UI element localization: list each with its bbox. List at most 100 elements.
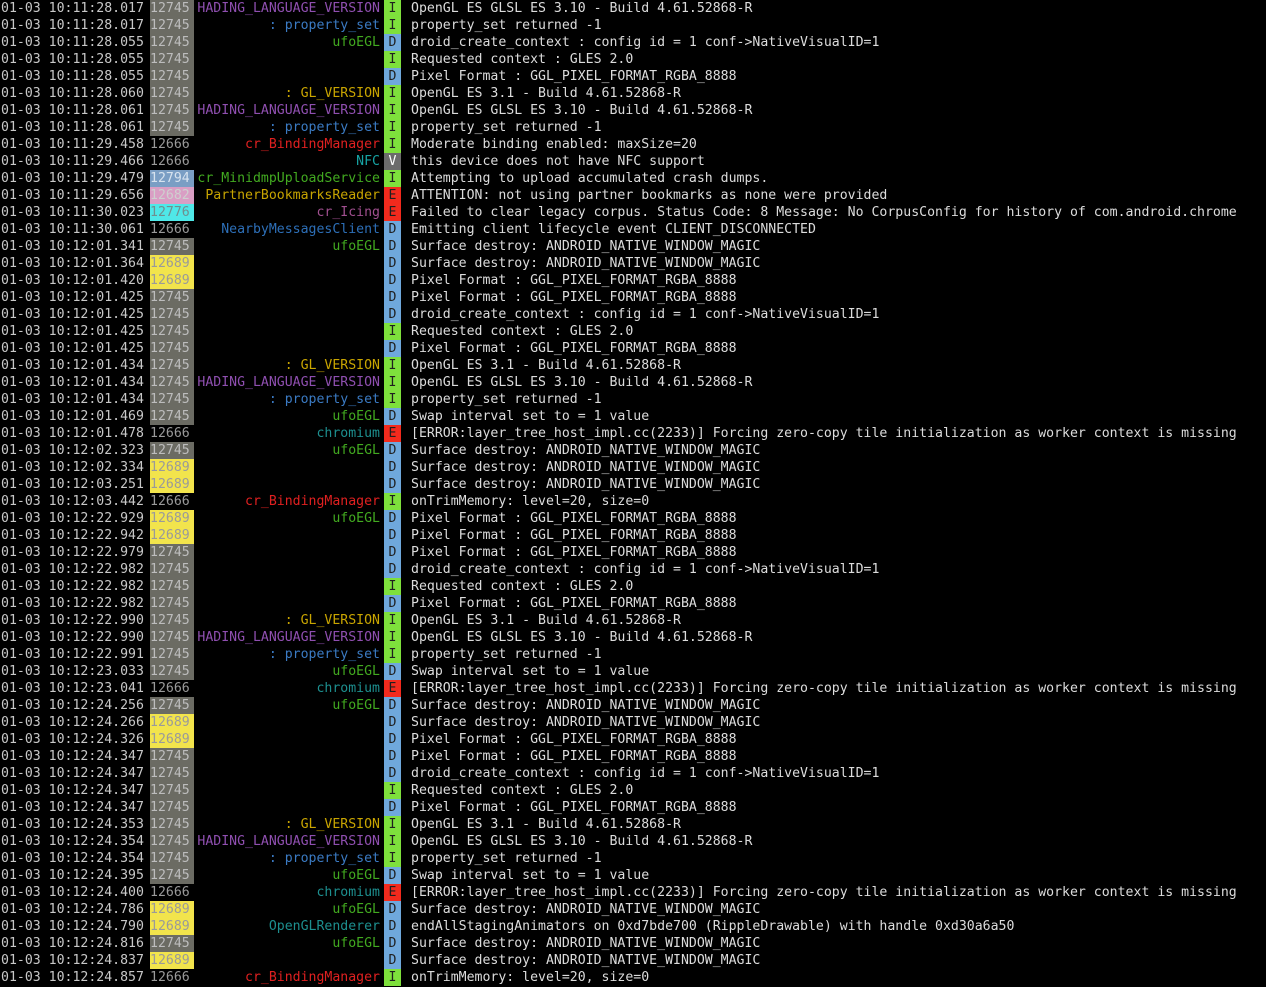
log-level-badge: D	[384, 697, 401, 714]
log-row[interactable]: 01-03 10:11:28.017 12745: property_set Ipr…	[0, 17, 1266, 34]
log-row[interactable]: 01-03 10:12:22.991 12745: property_set Ipr…	[0, 646, 1266, 663]
log-timestamp: 01-03 10:12:24.347	[1, 800, 144, 815]
log-row[interactable]: 01-03 10:12:22.982 12745 Ddroid_create_con…	[0, 561, 1266, 578]
log-row[interactable]: 01-03 10:12:24.400 12666 chromium E [ERROR:l…	[0, 884, 1266, 901]
log-row[interactable]: 01-03 10:12:23.041 12666 chromium E [ERROR:l…	[0, 680, 1266, 697]
log-tag: cr_MinidmpUploadService	[197, 171, 380, 186]
log-pid: 12666	[150, 681, 190, 696]
log-timestamp: 01-03 10:11:28.055	[1, 35, 144, 50]
log-row[interactable]: 01-03 10:12:01.341 12745 ufoEGL D Surface de…	[0, 238, 1266, 255]
log-level-badge: D	[384, 340, 401, 357]
log-pid: 12745	[150, 663, 194, 680]
log-row[interactable]: 01-03 10:12:24.354 12745 HADING_LANGUAGE_V…	[0, 833, 1266, 850]
log-timestamp: 01-03 10:12:24.347	[1, 766, 144, 781]
log-row[interactable]: 01-03 10:11:29.466 12666 NFC Vthis device d…	[0, 153, 1266, 170]
log-pid: 12745	[150, 119, 194, 136]
log-row[interactable]: 01-03 10:12:23.033 12745 ufoEGL D Swap inter…	[0, 663, 1266, 680]
log-pid: 12689	[150, 731, 194, 748]
log-timestamp: 01-03 10:12:24.816	[1, 936, 144, 951]
log-tag: ufoEGL	[332, 902, 380, 917]
log-message: property_set returned -1	[411, 120, 602, 135]
log-message: droid_create_context : config id = 1 con…	[411, 35, 880, 50]
log-pid: 12745	[150, 85, 194, 102]
log-message: Pixel Format : GGL_PIXEL_FORMAT_RGBA_888…	[411, 528, 737, 543]
log-row[interactable]: 01-03 10:11:28.055 12745 I Requested contex…	[0, 51, 1266, 68]
log-pid: 12745	[150, 816, 194, 833]
log-row[interactable]: 01-03 10:12:22.982 12745 D Pixel Format : G…	[0, 595, 1266, 612]
log-row[interactable]: 01-03 10:12:24.816 12745 ufoEGL D Surface de…	[0, 935, 1266, 952]
log-row[interactable]: 01-03 10:11:29.458 12666 cr_BindingManager…	[0, 136, 1266, 153]
log-row[interactable]: 01-03 10:12:02.323 12745 ufoEGL D Surface de…	[0, 442, 1266, 459]
log-row[interactable]: 01-03 10:12:02.334 12689 D Surface destroy:…	[0, 459, 1266, 476]
log-row[interactable]: 01-03 10:11:29.656 12682 PartnerBookmarksR…	[0, 187, 1266, 204]
log-row[interactable]: 01-03 10:12:24.256 12745 ufoEGL D Surface de…	[0, 697, 1266, 714]
log-message: Swap interval set to = 1 value	[411, 409, 650, 424]
log-row[interactable]: 01-03 10:12:22.990 12745 HADING_LANGUAGE_V…	[0, 629, 1266, 646]
log-pid: 12745	[150, 340, 194, 357]
log-row[interactable]: 01-03 10:12:24.857 12666 cr_BindingManager…	[0, 969, 1266, 986]
log-row[interactable]: 01-03 10:12:01.469 12745 ufoEGL D Swap inter…	[0, 408, 1266, 425]
log-row[interactable]: 01-03 10:12:22.979 12745 D Pixel Format : G…	[0, 544, 1266, 561]
log-row[interactable]: 01-03 10:12:24.347 12745 Ddroid_create_con…	[0, 765, 1266, 782]
log-row[interactable]: 01-03 10:11:29.479 12794 cr_MinidmpUploadS…	[0, 170, 1266, 187]
log-row[interactable]: 01-03 10:12:24.347 12745 I Requested contex…	[0, 782, 1266, 799]
log-row[interactable]: 01-03 10:11:28.061 12745 HADING_LANGUAGE_V…	[0, 102, 1266, 119]
log-timestamp: 01-03 10:12:03.251	[1, 477, 144, 492]
log-row[interactable]: 01-03 10:12:01.434 12745: property_set Ipr…	[0, 391, 1266, 408]
log-row[interactable]: 01-03 10:12:24.326 12689 D Pixel Format : G…	[0, 731, 1266, 748]
log-row[interactable]: 01-03 10:12:01.478 12666 chromium E [ERROR:l…	[0, 425, 1266, 442]
log-row[interactable]: 01-03 10:12:22.990 12745: GL_VERSION I Open…	[0, 612, 1266, 629]
log-message: ATTENTION: not using partner bookmarks a…	[411, 188, 888, 203]
log-row[interactable]: 01-03 10:11:28.060 12745: GL_VERSION I Open…	[0, 85, 1266, 102]
log-row[interactable]: 01-03 10:12:24.354 12745: property_set Ipr…	[0, 850, 1266, 867]
log-timestamp: 01-03 10:12:22.990	[1, 630, 144, 645]
log-row[interactable]: 01-03 10:12:24.786 12689 ufoEGL D Surface de…	[0, 901, 1266, 918]
log-timestamp: 01-03 10:12:22.991	[1, 647, 144, 662]
log-row[interactable]: 01-03 10:11:30.023 12776 cr_Icing E Failed t…	[0, 204, 1266, 221]
log-timestamp: 01-03 10:12:01.434	[1, 375, 144, 390]
log-row[interactable]: 01-03 10:12:24.837 12689 D Surface destroy:…	[0, 952, 1266, 969]
log-message: Emitting client lifecycle event CLIENT_D…	[411, 222, 816, 237]
log-row[interactable]: 01-03 10:12:01.420 12689 D Pixel Format : G…	[0, 272, 1266, 289]
log-timestamp: 01-03 10:12:24.400	[1, 885, 144, 900]
log-pid: 12745	[150, 68, 194, 85]
log-message: Pixel Format : GGL_PIXEL_FORMAT_RGBA_888…	[411, 800, 737, 815]
log-row[interactable]: 01-03 10:12:01.425 12745 D Pixel Format : G…	[0, 340, 1266, 357]
log-row[interactable]: 01-03 10:12:22.982 12745 I Requested contex…	[0, 578, 1266, 595]
log-row[interactable]: 01-03 10:11:28.017 12745 HADING_LANGUAGE_V…	[0, 0, 1266, 17]
log-message: Surface destroy: ANDROID_NATIVE_WINDOW_M…	[411, 460, 761, 475]
log-message: droid_create_context : config id = 1 con…	[411, 562, 880, 577]
log-tag: ufoEGL	[332, 443, 380, 458]
log-row[interactable]: 01-03 10:12:24.790 12689 OpenGLRenderer Den…	[0, 918, 1266, 935]
log-level-badge: I	[384, 170, 401, 187]
log-row[interactable]: 01-03 10:12:01.425 12745 Ddroid_create_con…	[0, 306, 1266, 323]
logcat-output-panel[interactable]: 01-03 10:11:28.017 12745 HADING_LANGUAGE_V…	[0, 0, 1266, 987]
log-row[interactable]: 01-03 10:12:01.364 12689 D Surface destroy:…	[0, 255, 1266, 272]
log-row[interactable]: 01-03 10:12:24.266 12689 D Surface destroy:…	[0, 714, 1266, 731]
log-row[interactable]: 01-03 10:11:28.055 12745 D Pixel Format : G…	[0, 68, 1266, 85]
log-row[interactable]: 01-03 10:12:01.434 12745 HADING_LANGUAGE_V…	[0, 374, 1266, 391]
log-row[interactable]: 01-03 10:12:01.425 12745 I Requested contex…	[0, 323, 1266, 340]
log-row[interactable]: 01-03 10:12:24.347 12745 D Pixel Format : G…	[0, 748, 1266, 765]
log-message: onTrimMemory: level=20, size=0	[411, 970, 650, 985]
log-row[interactable]: 01-03 10:12:24.395 12745 ufoEGL D Swap inter…	[0, 867, 1266, 884]
log-row[interactable]: 01-03 10:12:03.442 12666 cr_BindingManager…	[0, 493, 1266, 510]
log-row[interactable]: 01-03 10:12:24.353 12745: GL_VERSION I Open…	[0, 816, 1266, 833]
log-row[interactable]: 01-03 10:11:28.061 12745: property_set Ipr…	[0, 119, 1266, 136]
log-level-badge: D	[384, 272, 401, 289]
log-timestamp: 01-03 10:12:01.478	[1, 426, 144, 441]
log-message: droid_create_context : config id = 1 con…	[411, 766, 880, 781]
log-row[interactable]: 01-03 10:12:24.347 12745 D Pixel Format : G…	[0, 799, 1266, 816]
log-tag: : GL_VERSION	[284, 817, 380, 832]
log-row[interactable]: 01-03 10:12:01.434 12745: GL_VERSION I Open…	[0, 357, 1266, 374]
log-pid: 12689	[150, 918, 194, 935]
log-row[interactable]: 01-03 10:12:03.251 12689 D Surface destroy:…	[0, 476, 1266, 493]
log-row[interactable]: 01-03 10:12:22.942 12689 D Pixel Format : G…	[0, 527, 1266, 544]
log-row[interactable]: 01-03 10:12:22.929 12689 ufoEGL D Pixel Form…	[0, 510, 1266, 527]
log-row[interactable]: 01-03 10:11:30.061 12666 NearbyMessagesCli…	[0, 221, 1266, 238]
log-tag: : property_set	[268, 120, 380, 135]
log-tag: : property_set	[268, 392, 380, 407]
log-row[interactable]: 01-03 10:12:01.425 12745 D Pixel Format : G…	[0, 289, 1266, 306]
log-row[interactable]: 01-03 10:11:28.055 12745 ufoEGL Ddroid_crea…	[0, 34, 1266, 51]
log-message: Surface destroy: ANDROID_NATIVE_WINDOW_M…	[411, 902, 761, 917]
